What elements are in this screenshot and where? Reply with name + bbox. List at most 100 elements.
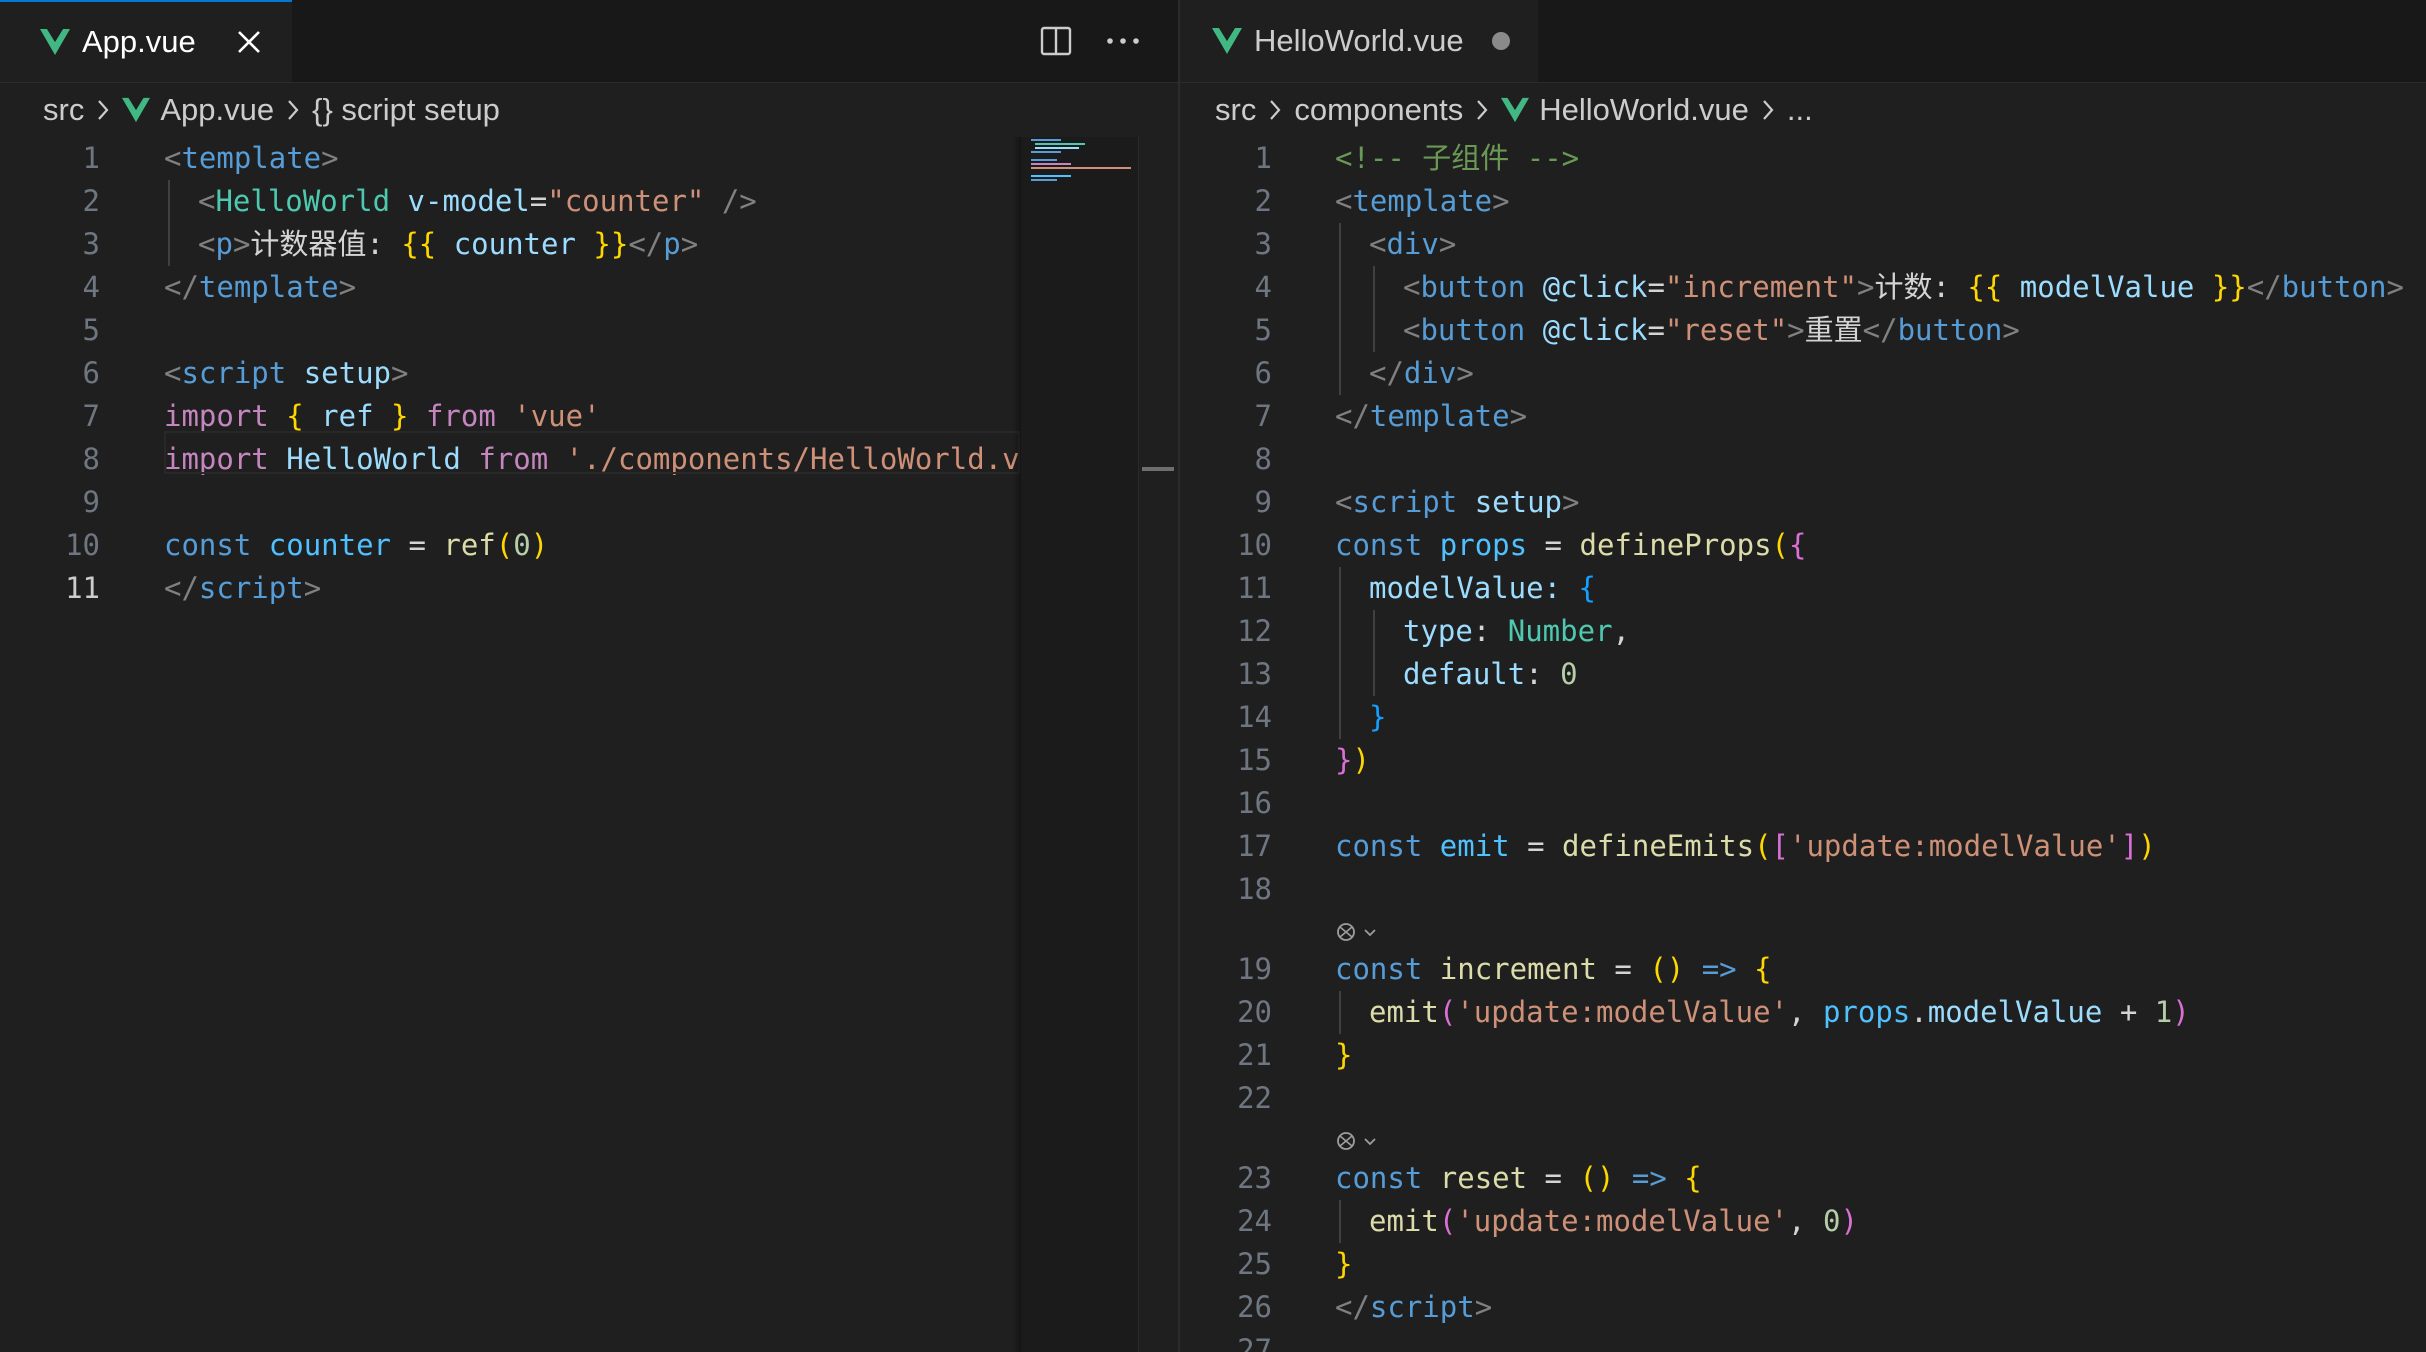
code-token: const (1335, 1161, 1423, 1195)
code-line[interactable]: 15}) (1180, 739, 2426, 782)
code-token: 'update:modelValue' (1456, 995, 1789, 1029)
code-text: <p>计数器值: {{ counter }}</p> (198, 223, 698, 266)
code-line[interactable]: 6 </div> (1180, 352, 2426, 395)
line-number: 1 (82, 141, 100, 175)
code-line[interactable]: 5 (0, 309, 1178, 352)
code-token: = (529, 184, 548, 218)
breadcrumb-item-file[interactable]: HelloWorld.vue (1539, 92, 1749, 128)
close-icon[interactable] (236, 29, 262, 55)
breadcrumb-item-src[interactable]: src (1215, 92, 1256, 128)
minimap[interactable] (1021, 137, 1138, 1352)
right-editor-group: HelloWorld.vue src components HelloWorld… (1180, 0, 2426, 1352)
code-token: </ (164, 571, 199, 605)
code-line[interactable]: 19 const increment = () => { (1180, 948, 2426, 991)
code-line[interactable]: 12 type: Number, (1180, 610, 2426, 653)
code-token: < (164, 141, 182, 175)
code-line[interactable]: 1 <!-- 子组件 --> (1180, 137, 2426, 180)
code-token: > (1438, 227, 1457, 261)
breadcrumb-item-more[interactable]: ... (1787, 92, 1813, 128)
code-line[interactable]: 3 <p>计数器值: {{ counter }}</p> (0, 223, 1178, 266)
right-code-editor[interactable]: 1 <!-- 子组件 --> 2 <template> 3 <div> 4 <button @… (1180, 137, 2426, 1352)
code-line[interactable]: 5 <button @click="reset">重置</button> (1180, 309, 2426, 352)
code-line[interactable]: 2 <template> (1180, 180, 2426, 223)
code-token: 'update:modelValue' (1789, 829, 2121, 863)
line-number: 5 (82, 313, 100, 347)
code-line[interactable]: 14} (1180, 696, 2426, 739)
code-line[interactable]: 23 const reset = () => { (1180, 1157, 2426, 1200)
code-token: , (1612, 614, 1630, 648)
code-line[interactable]: 9 (0, 481, 1178, 524)
indent-guide (1339, 567, 1341, 739)
code-line[interactable]: 27 (1180, 1329, 2426, 1352)
code-text: emit('update:modelValue', props.modelVal… (1369, 991, 2190, 1034)
code-line[interactable]: 7 </template> (1180, 395, 2426, 438)
left-editor-group: App.vue src App.vue {} script setup 1 <te… (0, 0, 1178, 1352)
code-token: "counter" (547, 184, 705, 218)
code-token: : (1525, 657, 1561, 691)
code-token: const (1335, 829, 1423, 863)
code-token: }} (593, 227, 629, 261)
code-line[interactable]: 11 </script> (0, 567, 1178, 610)
code-line[interactable]: 10 const counter = ref(0) (0, 524, 1178, 567)
code-line[interactable]: 17 const emit = defineEmits(['update:mode… (1180, 825, 2426, 868)
code-token: @click (1542, 270, 1648, 304)
line-number: 12 (1237, 614, 1272, 648)
code-token: modelValue: (1369, 571, 1579, 605)
code-line[interactable]: 13 default: 0 (1180, 653, 2426, 696)
indent-guide (1339, 991, 1341, 1034)
code-token: script (181, 356, 287, 390)
code-token: } (1335, 743, 1353, 777)
code-line[interactable]: 20 emit('update:modelValue', props.modelV… (1180, 991, 2426, 1034)
breadcrumb-item-file[interactable]: App.vue (160, 92, 274, 128)
code-line[interactable]: 10 const props = defineProps({ (1180, 524, 2426, 567)
code-line[interactable]: 8 (1180, 438, 2426, 481)
code-line[interactable]: 26 </script> (1180, 1286, 2426, 1329)
tab-helloworld-vue[interactable]: HelloWorld.vue (1180, 0, 1538, 82)
code-line[interactable]: 24 emit('update:modelValue', 0) (1180, 1200, 2426, 1243)
more-actions-icon[interactable] (1106, 36, 1140, 46)
breadcrumb-item-components[interactable]: components (1294, 92, 1463, 128)
code-line[interactable]: 11 modelValue: { (1180, 567, 2426, 610)
code-token: } (1369, 700, 1387, 734)
tab-app-vue[interactable]: App.vue (0, 0, 292, 82)
code-line[interactable]: 4 <button @click="increment">计数: {{ model… (1180, 266, 2426, 309)
code-token: = (1509, 829, 1563, 863)
code-token: > (1492, 184, 1510, 218)
code-token: } (1335, 1038, 1353, 1072)
line-number: 11 (65, 571, 100, 605)
left-code-editor[interactable]: 1 <template> 2 <HelloWorld v-model="counter… (0, 137, 1178, 1352)
vertical-scrollbar[interactable] (1138, 137, 1178, 1352)
code-token: , (1788, 1204, 1823, 1238)
breadcrumb-item-src[interactable]: src (43, 92, 84, 128)
code-token: </ (2246, 270, 2282, 304)
code-line[interactable]: 1 <template> (0, 137, 1178, 180)
split-editor-icon[interactable] (1040, 25, 1072, 57)
line-number: 1 (1254, 141, 1272, 175)
code-line[interactable]: 4 </template> (0, 266, 1178, 309)
code-line[interactable]: 6 <script setup> (0, 352, 1178, 395)
codelens-icon[interactable] (1335, 915, 1381, 949)
code-line[interactable]: 16 (1180, 782, 2426, 825)
codelens-icon[interactable] (1335, 1124, 1381, 1158)
code-line[interactable]: 3 <div> (1180, 223, 2426, 266)
unsaved-dot-icon[interactable] (1491, 32, 1510, 50)
code-line[interactable]: 2 <HelloWorld v-model="counter" /> (0, 180, 1178, 223)
code-token: </ (1862, 313, 1898, 347)
code-line[interactable]: 21} (1180, 1034, 2426, 1077)
breadcrumb-item-symbol[interactable]: {} script setup (312, 92, 500, 128)
code-line[interactable]: 9 <script setup> (1180, 481, 2426, 524)
code-line[interactable]: 25} (1180, 1243, 2426, 1286)
code-line[interactable]: 22 (1180, 1077, 2426, 1120)
code-token: ref (443, 528, 496, 562)
code-token: ) (2138, 829, 2156, 863)
code-line[interactable]: 18 (1180, 868, 2426, 911)
code-text: } (1335, 1034, 1352, 1077)
code-token: 'update:modelValue' (1456, 1204, 1789, 1238)
code-token: defineProps (1579, 528, 1772, 562)
code-token: ) (1352, 743, 1370, 777)
vue-file-icon (122, 97, 151, 123)
code-token: props (1439, 528, 1528, 562)
